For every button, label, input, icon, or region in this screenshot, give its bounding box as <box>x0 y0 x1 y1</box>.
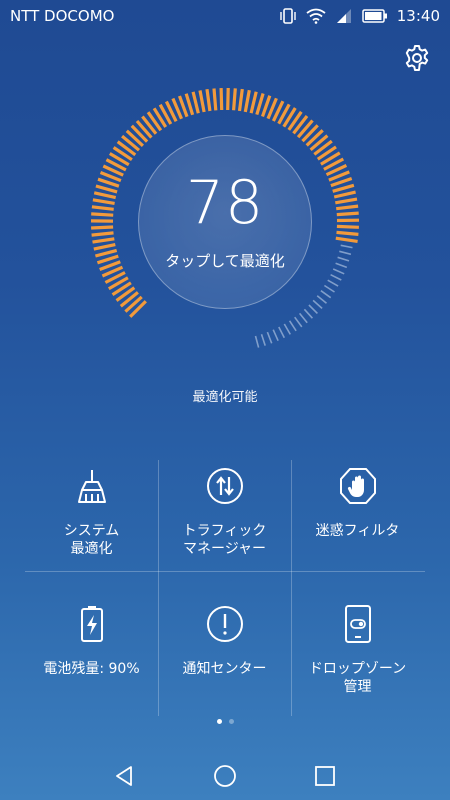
dial-tick-filled <box>92 237 115 244</box>
home-icon[interactable] <box>213 764 237 788</box>
dial-tick-filled <box>91 205 114 211</box>
dial-tick-empty <box>278 326 286 339</box>
dial-tick-filled <box>198 90 206 113</box>
dial-tick-empty <box>298 312 308 324</box>
dial-tick-filled <box>255 93 265 116</box>
dial-tick-filled <box>94 248 118 258</box>
dial-tick-filled <box>219 88 224 111</box>
dial-tick-filled <box>91 225 114 230</box>
dial-tick-empty <box>303 308 313 319</box>
dial-tick-filled <box>335 197 358 205</box>
page-dot <box>216 719 222 724</box>
dial-tick-empty <box>312 299 323 309</box>
tools-grid: システム 最適化 トラフィック マネージャー 迷惑フィルタ 電池残量: 90% <box>25 450 425 726</box>
dial-tick-filled <box>93 191 117 200</box>
recents-icon[interactable] <box>313 764 337 788</box>
dial-tick-filled <box>191 91 200 114</box>
phone-toggle-icon <box>344 605 371 643</box>
optimization-status: 最適化可能 <box>192 390 258 405</box>
dial-tick-filled <box>92 198 115 205</box>
dial-tick-empty <box>260 333 266 346</box>
dial-tick-empty <box>254 335 260 348</box>
navigation-bar <box>0 748 450 800</box>
page-dot <box>228 719 234 724</box>
tile-system-optimize[interactable]: システム 最適化 <box>25 450 158 588</box>
tile-label: 迷惑フィルタ <box>315 523 400 539</box>
dial-tick-filled <box>226 87 230 111</box>
dial-tick-filled <box>336 230 359 236</box>
tile-dropzone-manager[interactable]: ドロップゾーン 管理 <box>291 588 424 726</box>
dial-tick-filled <box>249 91 258 114</box>
dial-tick-empty <box>340 244 353 249</box>
dial-tick-filled <box>333 190 356 199</box>
dial-tick-empty <box>335 262 348 269</box>
page-indicator <box>0 719 450 724</box>
dial-tick-filled <box>93 243 116 251</box>
battery-charging-icon <box>80 606 103 642</box>
dial-tick-empty <box>330 273 342 281</box>
dial-tick-filled <box>336 211 359 217</box>
dial-tick-empty <box>332 268 345 275</box>
tile-battery[interactable]: 電池残量: 90% <box>25 588 158 726</box>
dial-tick-filled <box>335 236 358 243</box>
dial-tick-empty <box>337 256 350 262</box>
dial-tick-filled <box>336 204 359 211</box>
hand-block-icon <box>339 468 376 504</box>
dial-tick-filled <box>96 254 119 265</box>
tile-label: システム 最適化 <box>63 523 120 557</box>
dial-tick-empty <box>316 295 328 304</box>
dial-tick-filled <box>184 93 195 116</box>
tap-to-optimize-label: タップして最適化 <box>165 252 285 270</box>
dial-tick-empty <box>320 290 332 299</box>
dial-tick-empty <box>294 316 303 328</box>
dial-tick-filled <box>91 231 114 237</box>
optimization-score: 78 <box>185 168 265 238</box>
dial-tick-filled <box>243 89 251 113</box>
dial-tick-empty <box>308 304 318 314</box>
dial-tick-filled <box>212 88 218 111</box>
dial-tick-filled <box>232 88 237 111</box>
dial-tick-empty <box>272 329 279 342</box>
dial-tick-empty <box>327 279 339 287</box>
dial-tick-empty <box>323 284 335 293</box>
back-icon[interactable] <box>112 764 136 788</box>
dial-tick-filled <box>91 212 114 217</box>
tile-notification-center[interactable]: 通知センター <box>158 588 291 726</box>
dial-tick-filled <box>237 88 244 112</box>
dial-tick-filled <box>95 184 118 194</box>
tile-label: トラフィック マネージャー <box>182 523 267 557</box>
dial-tick-empty <box>339 250 352 256</box>
tile-label: ドロップゾーン 管理 <box>308 661 407 695</box>
dial-tick-filled <box>336 224 359 229</box>
dial-tick-empty <box>266 331 273 344</box>
tile-traffic-manager[interactable]: トラフィック マネージャー <box>158 450 291 588</box>
exclamation-icon <box>206 606 243 642</box>
dial-tick-empty <box>283 323 291 335</box>
broom-icon <box>77 470 106 503</box>
dial-tick-filled <box>205 88 212 112</box>
tile-spam-filter[interactable]: 迷惑フィルタ <box>291 450 424 588</box>
tile-label: 電池残量: 90% <box>43 661 140 677</box>
dial-tick-filled <box>332 183 355 193</box>
traffic-arrows-icon <box>206 468 243 504</box>
dial-tick-empty <box>288 320 297 332</box>
tile-label: 通知センター <box>182 661 267 677</box>
